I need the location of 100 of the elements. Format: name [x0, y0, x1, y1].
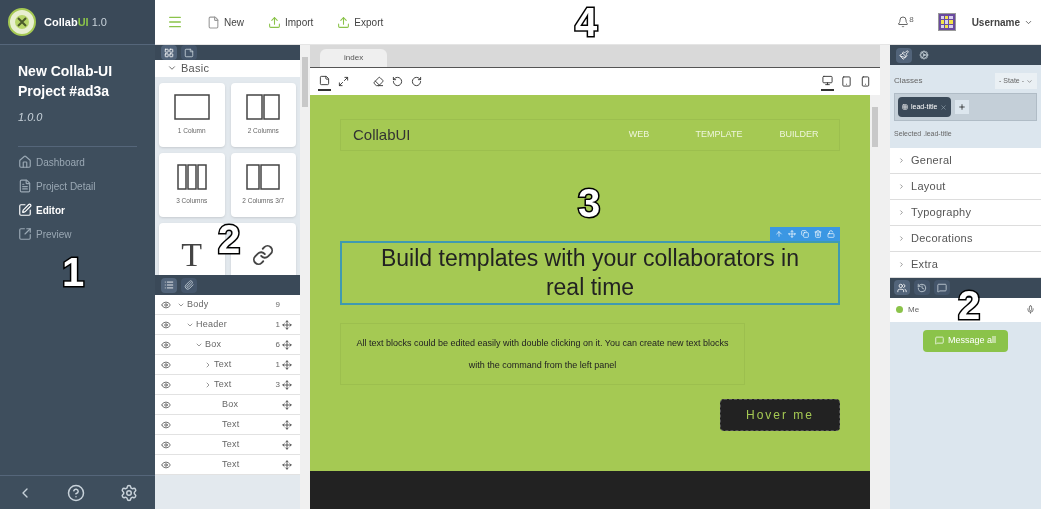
panel-tab[interactable] — [916, 47, 932, 63]
layer-row[interactable]: Text 1 — [155, 355, 300, 375]
layer-row[interactable]: Text 3 — [155, 375, 300, 395]
layer-row[interactable]: Header 1 — [155, 315, 300, 335]
classes-label: Classes — [894, 75, 923, 87]
sector-header[interactable]: General — [890, 147, 1041, 174]
eye-icon — [161, 299, 171, 310]
layer-count: 1 — [275, 318, 280, 331]
upload-icon — [337, 15, 351, 29]
nav-link[interactable]: Editor — [18, 202, 137, 218]
move-icon[interactable] — [282, 319, 292, 330]
three-columns-icon — [176, 163, 207, 190]
panel-tab[interactable] — [896, 47, 912, 63]
caret-right-icon — [898, 156, 905, 164]
nav-link[interactable]: Preview — [18, 226, 137, 242]
move-icon[interactable] — [282, 419, 292, 430]
page-tab[interactable]: index — [320, 49, 388, 67]
layer-row[interactable]: Body 9 — [155, 295, 300, 315]
nav-link[interactable]: Dashboard — [18, 154, 137, 170]
history-icon — [917, 282, 927, 293]
layer-row[interactable]: Text — [155, 415, 300, 435]
eye-icon — [161, 459, 171, 470]
layer-row[interactable]: Box 6 — [155, 335, 300, 355]
user-name: Me — [908, 303, 920, 316]
microphone-icon — [1026, 305, 1035, 314]
hover-button[interactable]: Hover me — [720, 399, 840, 431]
notification-icon[interactable] — [897, 16, 910, 28]
two-columns-icon — [246, 163, 281, 190]
panel-tab[interactable] — [161, 45, 177, 60]
user-menu[interactable]: Username — [971, 14, 1033, 30]
move-icon[interactable] — [282, 399, 292, 410]
toolbar-button[interactable]: Import — [268, 14, 314, 30]
eye-icon — [161, 379, 171, 390]
move-icon[interactable] — [282, 459, 292, 470]
caret-right-icon — [898, 208, 905, 216]
callout-number: 4 — [575, 2, 598, 42]
caret-right-icon[interactable] — [204, 380, 212, 389]
eye-icon — [161, 439, 171, 450]
paperclip-icon — [184, 280, 194, 290]
panel-tab[interactable] — [894, 280, 910, 295]
file-icon — [207, 15, 220, 29]
project-title: New Collab-UI Project #ad3a — [18, 62, 114, 101]
eye-icon — [161, 339, 171, 350]
caret-right-icon[interactable] — [204, 360, 212, 369]
site-brand: CollabUI — [352, 124, 411, 145]
plus-icon — [958, 103, 967, 111]
chat-icon — [935, 336, 944, 345]
layer-count: 9 — [275, 298, 280, 311]
sector-header[interactable]: Decorations — [890, 225, 1041, 252]
home-icon — [18, 155, 32, 169]
layer-row[interactable]: Text — [155, 455, 300, 475]
mobile-icon — [860, 76, 871, 87]
category-header[interactable]: Basic — [155, 60, 300, 77]
sector-header[interactable]: Extra — [890, 251, 1041, 278]
layer-row[interactable]: Box — [155, 395, 300, 415]
layer-row[interactable]: Text — [155, 435, 300, 455]
one-column-icon — [173, 93, 210, 120]
layer-name: Header — [196, 317, 227, 331]
move-icon[interactable] — [282, 439, 292, 450]
layer-count: 3 — [275, 378, 280, 391]
move-icon[interactable] — [282, 339, 292, 350]
paintbrush-icon — [899, 50, 909, 60]
caret-down-icon — [1026, 77, 1033, 85]
panel-tab[interactable] — [181, 277, 197, 293]
link-icon — [252, 243, 275, 266]
move-icon[interactable] — [282, 379, 292, 390]
avatar-icon — [937, 13, 956, 31]
nav-link[interactable]: Project Detail — [18, 178, 137, 194]
layer-name: Text — [214, 377, 232, 391]
desktop-icon — [822, 75, 833, 86]
scrollbar[interactable] — [300, 45, 310, 509]
notification-count: 8 — [909, 16, 914, 24]
help-icon[interactable] — [67, 483, 86, 502]
move-icon[interactable] — [282, 359, 292, 370]
gears-icon — [919, 50, 929, 60]
toolbar-button[interactable]: New — [207, 14, 244, 30]
callout-number: 3 — [578, 183, 601, 223]
layer-name: Text — [222, 417, 240, 431]
eye-icon — [161, 419, 171, 430]
eraser-icon — [373, 76, 384, 87]
list-icon — [164, 280, 174, 290]
two-columns-icon — [246, 93, 281, 120]
panel-tab[interactable] — [161, 277, 177, 293]
settings-icon[interactable] — [119, 483, 138, 502]
panel-tab[interactable] — [934, 280, 950, 295]
layer-count: 6 — [275, 338, 280, 351]
layer-name: Text — [222, 437, 240, 451]
users-icon — [897, 282, 907, 293]
redo-icon — [411, 76, 422, 87]
panel-tab[interactable] — [914, 280, 930, 295]
panel-tab[interactable] — [181, 45, 197, 60]
sector-header[interactable]: Typography — [890, 199, 1041, 226]
layer-name: Text — [222, 457, 240, 471]
logo-icon — [8, 8, 36, 36]
toolbar-button[interactable]: Export — [337, 14, 384, 30]
fullscreen-icon — [338, 76, 349, 87]
document-icon — [18, 179, 32, 193]
eye-icon — [161, 359, 171, 370]
sector-header[interactable]: Layout — [890, 173, 1041, 200]
layer-name: Box — [205, 337, 222, 351]
